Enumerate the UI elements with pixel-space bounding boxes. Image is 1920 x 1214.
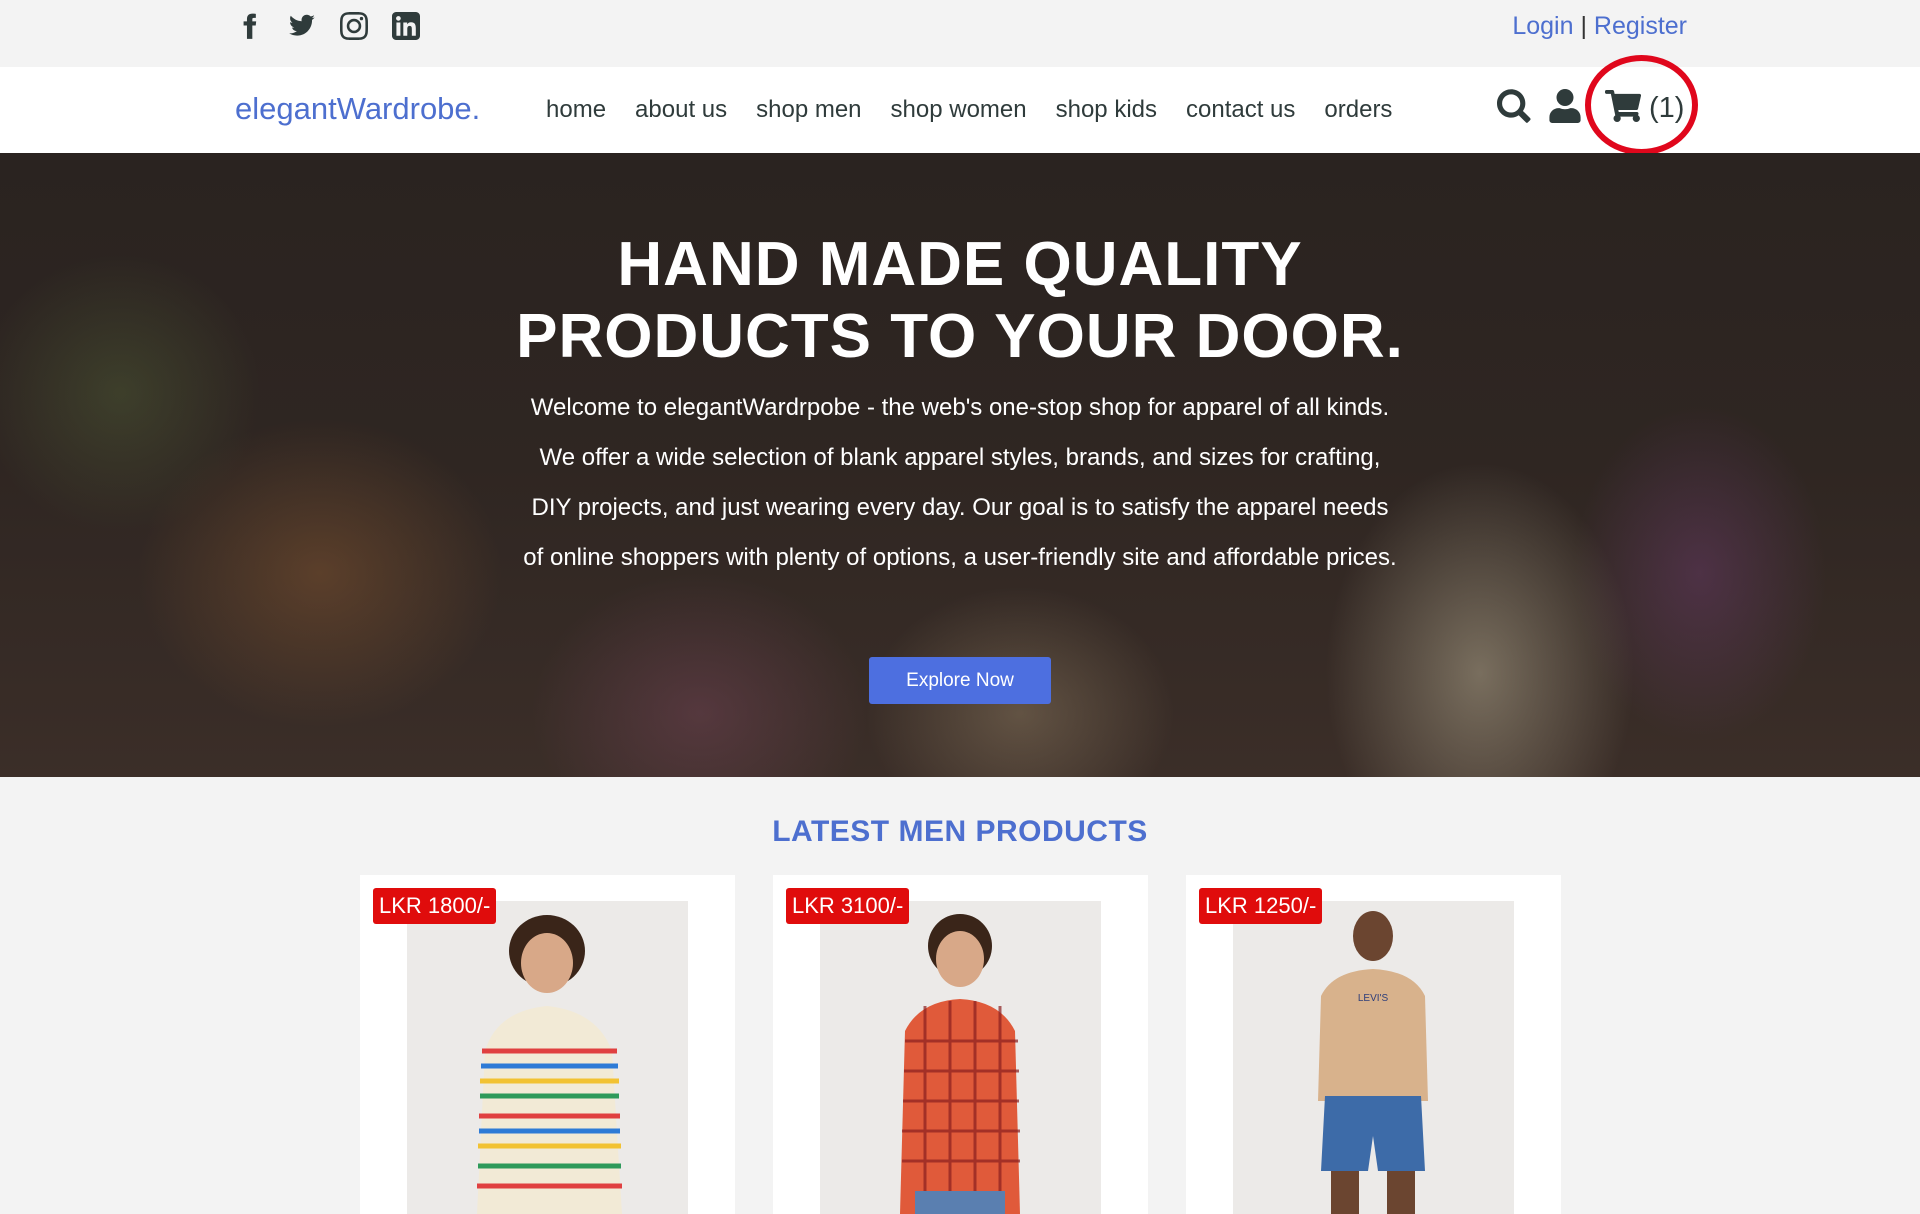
nav-shop-kids[interactable]: shop kids bbox=[1056, 96, 1157, 124]
nav-contact-us[interactable]: contact us bbox=[1186, 96, 1295, 124]
product-card[interactable]: LKR 1800/- bbox=[360, 875, 735, 1214]
nav-icons: (1) bbox=[1497, 89, 1690, 128]
register-link[interactable]: Register bbox=[1594, 12, 1687, 40]
auth-links: Login | Register bbox=[1512, 12, 1687, 41]
nav-orders[interactable]: orders bbox=[1324, 96, 1392, 124]
price-badge: LKR 1800/- bbox=[373, 888, 497, 924]
hero-banner: HAND MADE QUALITY PRODUCTS TO YOUR DOOR.… bbox=[0, 153, 1920, 777]
hero-title-line2: PRODUCTS TO YOUR DOOR. bbox=[516, 302, 1404, 371]
hero-description: Welcome to elegantWardrpobe - the web's … bbox=[523, 394, 1397, 571]
facebook-icon[interactable] bbox=[235, 10, 265, 42]
nav-shop-men[interactable]: shop men bbox=[756, 96, 861, 124]
cart-icon bbox=[1605, 89, 1642, 128]
hero-title: HAND MADE QUALITY PRODUCTS TO YOUR DOOR. bbox=[0, 229, 1920, 373]
product-card[interactable]: LKR 1250/- LEVI'S bbox=[1186, 875, 1561, 1214]
nav-shop-women[interactable]: shop women bbox=[891, 96, 1027, 124]
product-list: LKR 1800/- LKR 3100/- LKR 1250/- LEVI'S bbox=[360, 875, 1561, 1214]
nav-home[interactable]: home bbox=[546, 96, 606, 124]
svg-text:LEVI'S: LEVI'S bbox=[1358, 993, 1389, 1004]
site-logo[interactable]: elegantWardrobe. bbox=[235, 91, 480, 127]
section-title: LATEST MEN PRODUCTS bbox=[772, 815, 1148, 848]
login-link[interactable]: Login bbox=[1512, 12, 1573, 40]
price-badge: LKR 3100/- bbox=[786, 888, 910, 924]
navbar: elegantWardrobe. home about us shop men … bbox=[0, 67, 1920, 153]
social-links bbox=[235, 10, 421, 42]
price-badge: LKR 1250/- bbox=[1199, 888, 1323, 924]
product-image bbox=[407, 901, 688, 1214]
nav-about-us[interactable]: about us bbox=[635, 96, 727, 124]
auth-separator: | bbox=[1580, 12, 1587, 40]
product-image: LEVI'S bbox=[1233, 901, 1514, 1214]
cart-count: (1) bbox=[1649, 92, 1685, 124]
hero-title-line1: HAND MADE QUALITY bbox=[617, 230, 1303, 299]
product-image bbox=[820, 901, 1101, 1214]
search-icon[interactable] bbox=[1497, 89, 1531, 128]
twitter-icon[interactable] bbox=[287, 10, 317, 42]
main-nav: home about us shop men shop women shop k… bbox=[546, 96, 1392, 124]
instagram-icon[interactable] bbox=[339, 10, 369, 42]
explore-now-button[interactable]: Explore Now bbox=[869, 657, 1051, 704]
user-icon[interactable] bbox=[1549, 89, 1581, 128]
product-card[interactable]: LKR 3100/- bbox=[773, 875, 1148, 1214]
top-bar: Login | Register bbox=[0, 0, 1920, 67]
linkedin-icon[interactable] bbox=[391, 10, 421, 42]
cart-button[interactable]: (1) bbox=[1599, 89, 1690, 128]
